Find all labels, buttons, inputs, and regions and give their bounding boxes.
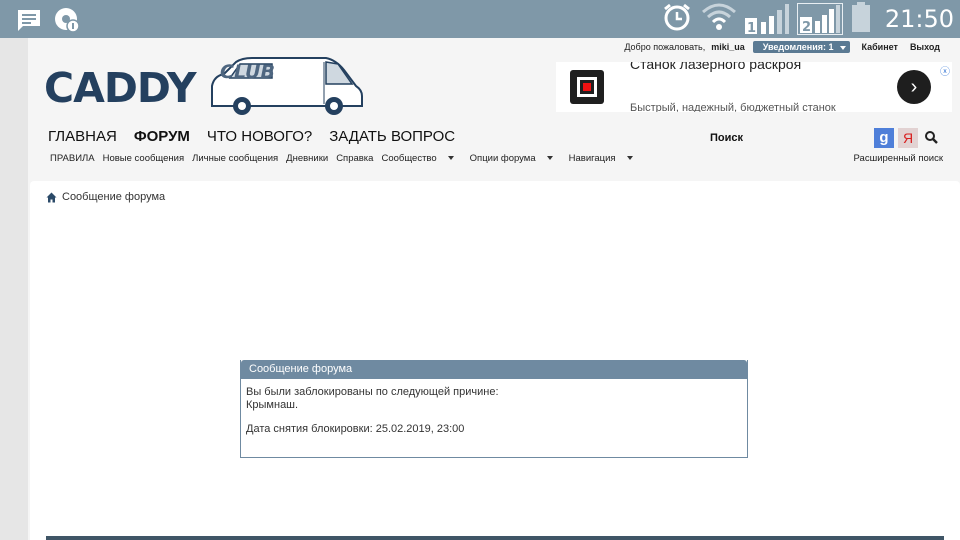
nav-forum[interactable]: ФОРУМ: [134, 128, 190, 145]
subnav-forum-options-dropdown[interactable]: Опции форума: [470, 153, 561, 164]
android-status-bar: 1 2 21:50: [0, 0, 960, 38]
breadcrumb-current: Сообщение форума: [62, 191, 166, 203]
nav-whats-new[interactable]: ЧТО НОВОГО?: [207, 128, 312, 145]
logo-club-text: CLUB: [220, 61, 275, 83]
signal-sim1-icon: 1: [744, 4, 789, 34]
notifications-label: Уведомления: 1: [762, 42, 834, 52]
home-icon[interactable]: [46, 192, 57, 203]
content-area: Сообщение форума Сообщение форума Вы был…: [30, 181, 960, 540]
alarm-icon: [661, 1, 693, 38]
nav-home[interactable]: ГЛАВНАЯ: [48, 128, 117, 145]
welcome-text: Добро пожаловать,: [624, 42, 706, 52]
status-clock: 21:50: [884, 5, 954, 33]
caddy-club-logo[interactable]: CADDY CLUB: [42, 56, 372, 120]
subnav-community-dropdown[interactable]: Сообщество: [381, 153, 461, 164]
subnav-help[interactable]: Справка: [336, 153, 373, 164]
message-icon: [16, 6, 42, 39]
message-box-body: Вы были заблокированы по следующей причи…: [241, 379, 747, 443]
google-search-icon[interactable]: g: [874, 128, 894, 148]
notifications-dropdown[interactable]: Уведомления: 1: [752, 41, 850, 53]
chevron-right-icon[interactable]: ›: [897, 70, 931, 104]
subnav-new-posts[interactable]: Новые сообщения: [103, 153, 185, 164]
unban-date-text: Дата снятия блокировки: 25.02.2019, 23:0…: [246, 423, 465, 435]
sim2-label: 2: [802, 20, 811, 33]
breadcrumb: Сообщение форума: [46, 191, 165, 203]
signal-sim2-icon: 2: [796, 3, 843, 35]
ban-notice-text: Вы были заблокированы по следующей причи…: [246, 386, 499, 398]
forum-page: Добро пожаловать, miki_ua Уведомления: 1…: [28, 38, 960, 540]
cabinet-link[interactable]: Кабинет: [862, 42, 898, 52]
search-link[interactable]: Поиск: [710, 132, 743, 144]
subnav-forum-options-label: Опции форума: [469, 153, 536, 164]
chevron-down-icon: [626, 156, 633, 161]
wifi-icon: [701, 2, 737, 37]
chevron-down-icon: [546, 156, 553, 161]
subnav-blogs[interactable]: Дневники: [286, 153, 328, 164]
subnav-community-label: Сообщество: [381, 153, 437, 164]
battery-icon: [851, 1, 871, 37]
ad-subtitle: Быстрый, надежный, бюджетный станок: [630, 102, 836, 112]
search-icon[interactable]: [924, 130, 938, 144]
message-box-title: Сообщение форума: [241, 360, 747, 379]
logo-text: CADDY: [44, 64, 197, 112]
main-navigation: ГЛАВНАЯ ФОРУМ ЧТО НОВОГО? ЗАДАТЬ ВОПРОС: [48, 128, 472, 145]
app-notification-icon: [54, 6, 82, 39]
subnav-navigation-dropdown[interactable]: Навигация: [569, 153, 641, 164]
subnav-navigation-label: Навигация: [568, 153, 616, 164]
sim1-label: 1: [747, 21, 756, 34]
subnav-private-messages[interactable]: Личные сообщения: [192, 153, 278, 164]
forum-message-box: Сообщение форума Вы были заблокированы п…: [240, 360, 748, 458]
username-link[interactable]: miki_ua: [711, 42, 745, 52]
sub-navigation: ПРАВИЛА Новые сообщения Личные сообщения…: [50, 153, 649, 164]
user-links: Добро пожаловать, miki_ua Уведомления: 1…: [618, 40, 940, 54]
advanced-search-link[interactable]: Расширенный поиск: [854, 153, 943, 164]
laser-logo-icon: [570, 70, 604, 104]
chevron-down-icon: [447, 156, 454, 161]
ad-info-icon[interactable]: ⓧ: [940, 63, 950, 78]
left-gutter: [0, 38, 28, 540]
chevron-down-icon: [839, 45, 846, 50]
ad-banner[interactable]: Станок лазерного раскроя Быстрый, надежн…: [556, 62, 952, 112]
footer-bar: [46, 536, 944, 540]
van-icon: CLUB: [211, 57, 363, 115]
subnav-rules[interactable]: ПРАВИЛА: [50, 153, 95, 164]
yandex-search-icon[interactable]: Я: [898, 128, 918, 148]
ad-title: Станок лазерного раскроя: [630, 62, 802, 72]
ban-reason-text: Крымнаш.: [246, 399, 299, 411]
logout-link[interactable]: Выход: [910, 42, 940, 52]
nav-ask-question[interactable]: ЗАДАТЬ ВОПРОС: [329, 128, 455, 145]
